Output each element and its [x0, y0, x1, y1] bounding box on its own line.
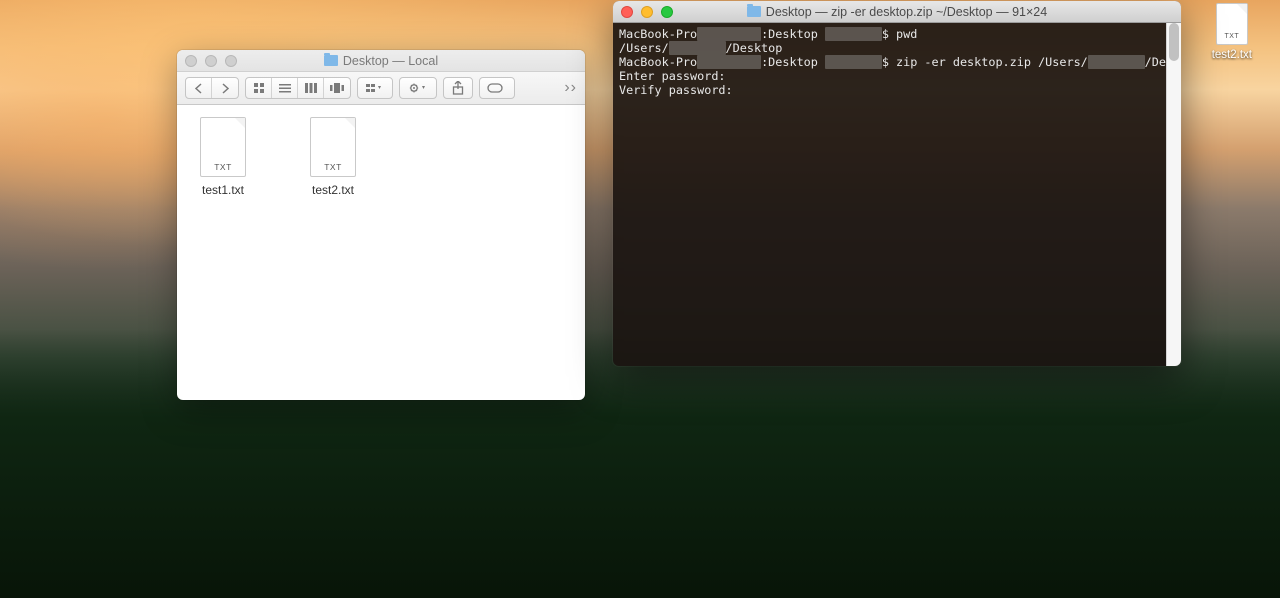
close-button[interactable]: [185, 55, 197, 67]
terminal-title: Desktop — zip -er desktop.zip ~/Desktop …: [613, 5, 1181, 19]
terminal-scrollbar-thumb[interactable]: [1169, 23, 1179, 61]
finder-window[interactable]: Desktop — Local: [177, 50, 585, 400]
action-segment: [399, 77, 437, 99]
finder-title: Desktop — Local: [177, 54, 585, 68]
column-view-button[interactable]: [298, 78, 324, 98]
zoom-button[interactable]: [225, 55, 237, 67]
file-ext-label: TXT: [311, 162, 355, 172]
txt-file-icon: TXT: [1216, 3, 1248, 45]
file-name-label: test2.txt: [312, 183, 354, 197]
terminal-line: Verify password:: [619, 83, 1175, 97]
finder-titlebar[interactable]: Desktop — Local: [177, 50, 585, 72]
arrange-button[interactable]: [358, 78, 392, 98]
terminal-titlebar[interactable]: Desktop — zip -er desktop.zip ~/Desktop …: [613, 1, 1181, 23]
terminal-line: /Users/xxxxxxxx/Desktop: [619, 41, 1175, 55]
terminal-output[interactable]: MacBook-Proxxxxxxxxx:Desktop xxxxxxxx$ p…: [613, 23, 1181, 366]
action-button[interactable]: [400, 78, 436, 98]
tags-button[interactable]: [479, 77, 515, 99]
txt-file-icon: TXT: [310, 117, 356, 177]
view-segment: [245, 77, 351, 99]
list-view-button[interactable]: [272, 78, 298, 98]
file-item[interactable]: TXT test2.txt: [307, 117, 359, 197]
icon-view-button[interactable]: [246, 78, 272, 98]
arrange-segment: [357, 77, 393, 99]
finder-toolbar: ››: [177, 72, 585, 105]
file-name-label: test1.txt: [202, 183, 244, 197]
folder-icon: [324, 55, 338, 66]
file-ext-label: TXT: [1217, 33, 1247, 40]
desktop-file-label: test2.txt: [1212, 49, 1252, 61]
finder-title-text: Desktop — Local: [343, 54, 438, 68]
terminal-window[interactable]: Desktop — zip -er desktop.zip ~/Desktop …: [613, 1, 1181, 366]
share-button[interactable]: [443, 77, 473, 99]
nav-segment: [185, 77, 239, 99]
finder-content-area[interactable]: TXT test1.txt TXT test2.txt: [177, 105, 585, 209]
forward-button[interactable]: [212, 78, 238, 98]
terminal-line: Enter password:: [619, 69, 1175, 83]
txt-file-icon: TXT: [200, 117, 246, 177]
file-ext-label: TXT: [201, 162, 245, 172]
back-button[interactable]: [186, 78, 212, 98]
terminal-scrollbar-track[interactable]: [1166, 23, 1181, 366]
gallery-view-button[interactable]: [324, 78, 350, 98]
traffic-lights: [177, 55, 237, 67]
toolbar-overflow-button[interactable]: ››: [564, 79, 577, 97]
terminal-line: MacBook-Proxxxxxxxxx:Desktop xxxxxxxx$ z…: [619, 55, 1175, 69]
file-item[interactable]: TXT test1.txt: [197, 117, 249, 197]
terminal-title-text: Desktop — zip -er desktop.zip ~/Desktop …: [766, 5, 1047, 19]
minimize-button[interactable]: [205, 55, 217, 67]
desktop-file-item[interactable]: TXT test2.txt: [1212, 3, 1252, 61]
folder-icon: [747, 6, 761, 17]
terminal-line: MacBook-Proxxxxxxxxx:Desktop xxxxxxxx$ p…: [619, 27, 1175, 41]
